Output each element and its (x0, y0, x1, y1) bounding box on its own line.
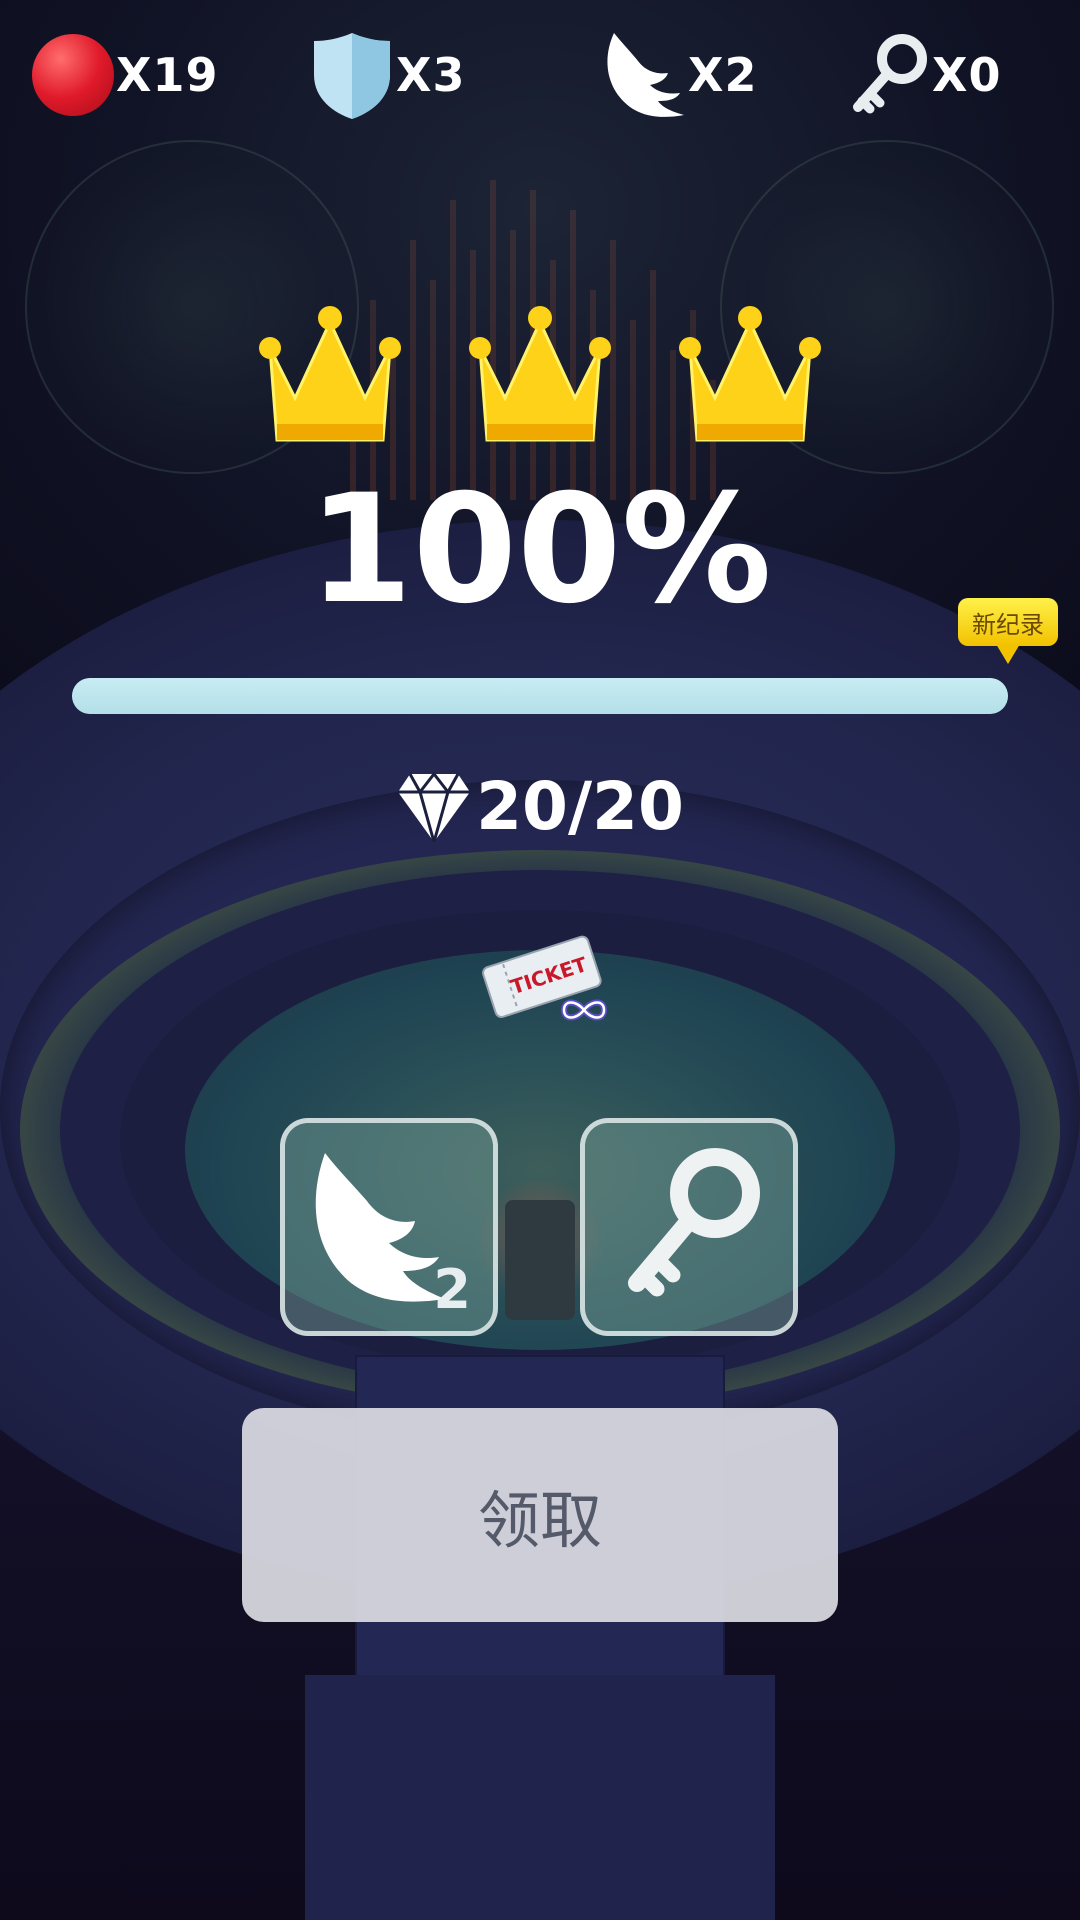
keys-counter: X0 (850, 30, 1001, 120)
reward-key-slot (580, 1118, 798, 1336)
shields-count: X3 (396, 48, 466, 102)
gems-collected: 20/20 (0, 768, 1080, 845)
crown-icon (259, 306, 401, 442)
completion-percent: 100% (308, 463, 772, 637)
diamond-icon (398, 771, 471, 842)
balls-count: X19 (116, 48, 219, 102)
crown-icon (679, 306, 821, 442)
balls-counter: X19 (32, 30, 218, 120)
portal-core (505, 1200, 575, 1320)
resource-bar: X19 X3 X2 X0 (0, 0, 1080, 150)
wings-counter: X2 (600, 30, 757, 120)
gems-count: 20/20 (476, 768, 684, 845)
key-icon (628, 1148, 760, 1297)
progress-bar-fill (72, 678, 1008, 714)
progress-bar (72, 678, 1008, 714)
red-ball-icon (32, 34, 114, 116)
new-record-badge: 新纪录 (958, 598, 1058, 668)
pedestal-base (305, 1675, 775, 1920)
new-record-badge-tail (996, 644, 1020, 664)
new-record-label: 新纪录 (958, 598, 1058, 646)
reward-wing-slot: 2 (280, 1118, 498, 1336)
key-icon (853, 34, 927, 114)
keys-count: X0 (932, 48, 1002, 102)
crown-icon (469, 306, 611, 442)
wing-icon (607, 33, 684, 117)
shield-icon (314, 33, 390, 119)
claim-button[interactable]: 领取 (242, 1408, 838, 1622)
infinite-ticket-icon: TICKET (482, 935, 608, 1021)
shields-counter: X3 (310, 30, 465, 120)
reward-wing-quantity: 2 (433, 1258, 471, 1321)
wings-count: X2 (688, 48, 758, 102)
